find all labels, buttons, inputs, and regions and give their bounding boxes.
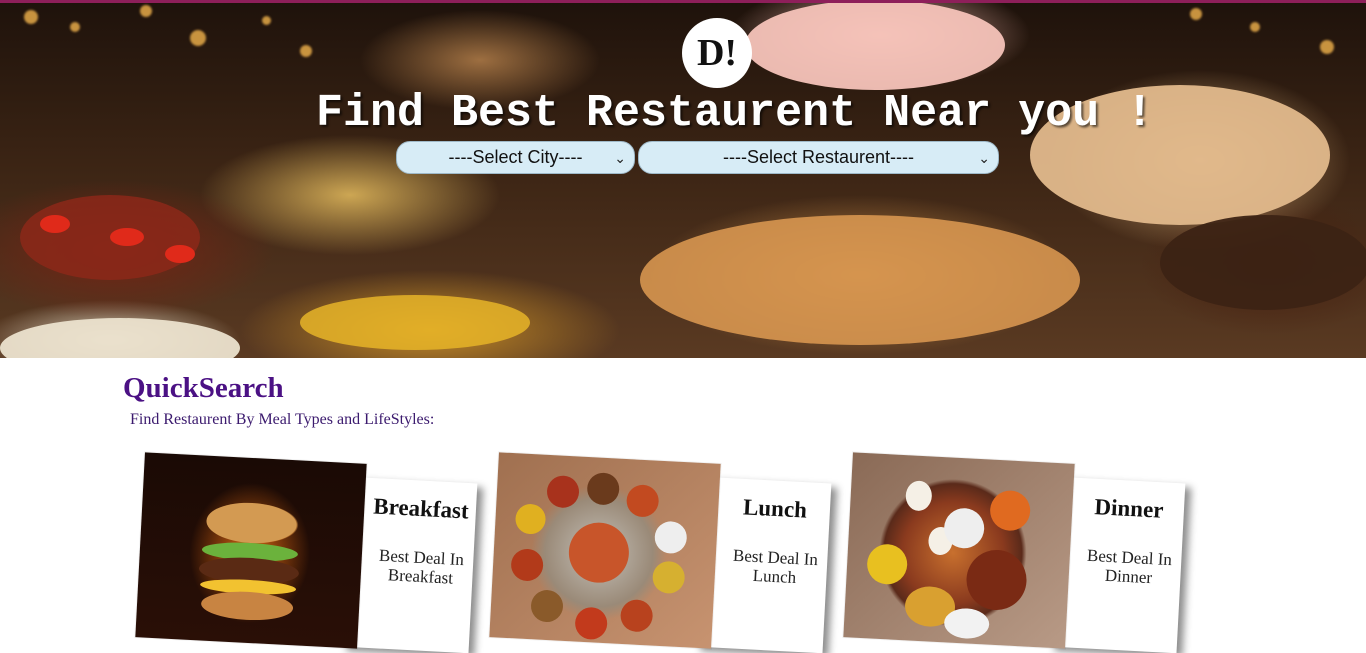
meal-card-dinner[interactable]: Dinner Best Deal In Dinner <box>843 452 1188 653</box>
card-description: Best Deal In Lunch <box>732 545 819 588</box>
chevron-down-icon: ⌄ <box>978 150 990 166</box>
restaurant-select-value: ----Select Restaurent---- <box>722 147 915 167</box>
meal-card-lunch[interactable]: Lunch Best Deal In Lunch <box>489 452 834 653</box>
hero-title: Find Best Restaurent Near you ! <box>316 88 1154 139</box>
city-select[interactable]: ----Select City---- ⌄ <box>396 141 635 174</box>
meal-card-breakfast[interactable]: Breakfast Best Deal In Breakfast <box>135 452 480 653</box>
card-description: Best Deal In Breakfast <box>378 545 465 588</box>
quicksearch-subtitle: Find Restaurent By Meal Types and LifeSt… <box>130 411 435 428</box>
top-accent-line <box>0 0 1366 3</box>
dinner-platter-image <box>843 452 1075 649</box>
restaurant-select[interactable]: ----Select Restaurent---- ⌄ <box>638 141 999 174</box>
quicksearch-title: QuickSearch <box>123 372 284 404</box>
brand-logo[interactable]: D! <box>682 18 752 88</box>
chevron-down-icon: ⌄ <box>614 150 626 166</box>
hero-banner: D! Find Best Restaurent Near you ! ----S… <box>0 0 1366 358</box>
city-select-value: ----Select City---- <box>448 147 583 167</box>
burger-image <box>135 452 367 649</box>
card-description: Best Deal In Dinner <box>1086 545 1173 588</box>
thali-image <box>489 452 721 649</box>
